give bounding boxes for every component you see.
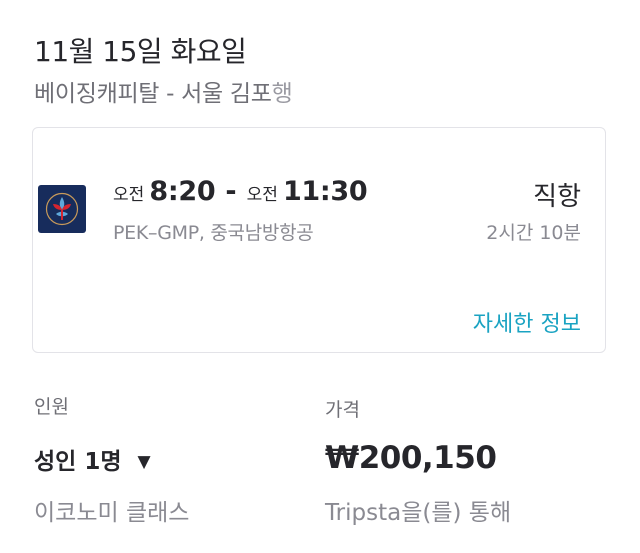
airline-logo-icon [38, 185, 86, 233]
price-value: ₩200,150 [325, 440, 497, 476]
details-link[interactable]: 자세한 정보 [473, 306, 581, 338]
flight-date: 11월 15일 화요일 [34, 35, 247, 68]
dropdown-arrow-icon: ▼ [137, 452, 151, 472]
booking-provider: Tripsta을(를) 통해 [325, 500, 512, 526]
cabin-class: 이코노미 클래스 [34, 500, 190, 526]
arrive-ampm: 오전 [246, 185, 278, 205]
passengers-label: 인원 [34, 396, 69, 418]
time-separator: - [225, 176, 237, 207]
passengers-dropdown[interactable]: 성인 1명 ▼ [34, 442, 151, 476]
price-label: 가격 [325, 399, 360, 421]
flight-segment: PEK–GMP, 중국남방항공 [113, 222, 314, 244]
route-title: 베이징캐피탈 - 서울 김포행 [34, 74, 293, 108]
passengers-value: 성인 1명 [34, 449, 122, 475]
flight-times: 오전 8:20- 오전 11:30 [113, 176, 368, 207]
route-suffix: 행 [271, 81, 293, 107]
flight-card[interactable]: 오전 8:20- 오전 11:30 PEK–GMP, 중국남방항공 직항 2시간 … [32, 127, 606, 353]
depart-time: 8:20 [149, 176, 216, 207]
depart-ampm: 오전 [113, 185, 145, 205]
route-text: 베이징캐피탈 - 서울 김포 [34, 81, 272, 107]
flight-duration: 2시간 10분 [486, 222, 581, 244]
stops-label: 직항 [533, 182, 581, 212]
arrive-time: 11:30 [282, 176, 368, 207]
